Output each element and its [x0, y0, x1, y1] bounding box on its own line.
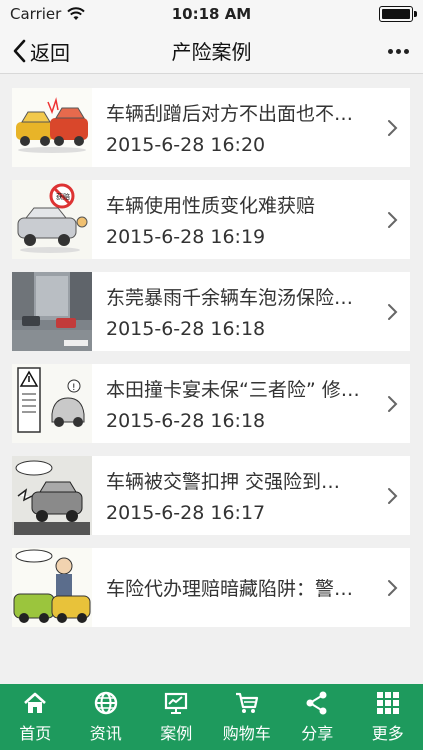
tab-home[interactable]: 首页: [0, 684, 71, 750]
chevron-right-icon: [388, 303, 398, 320]
tab-news[interactable]: 资讯: [71, 684, 142, 750]
chevron-right-icon: [388, 487, 398, 504]
battery-icon: [379, 6, 417, 22]
article-list: 车辆刮蹭后对方不出面也不… 2015-6-28 16:20 获赔 车辆使用性质变…: [0, 74, 423, 684]
article-title: 车辆被交警扣押 交强险到…: [106, 471, 341, 493]
article-text: 本田撞卡宴未保“三者险” 修… 2015-6-28 16:18: [92, 375, 386, 432]
svg-text:获赔: 获赔: [56, 192, 70, 201]
insurance-agent-thumbnail: [12, 548, 92, 627]
article-item[interactable]: 东莞暴雨千余辆车泡汤保险… 2015-6-28 16:18: [12, 272, 410, 351]
article-item[interactable]: 获赔 车辆使用性质变化难获赔 2015-6-28 16:19: [12, 180, 410, 259]
article-date: 2015-6-28 16:20: [106, 134, 266, 156]
article-title: 车辆使用性质变化难获赔: [106, 195, 316, 217]
article-text: 车险代办理赔暗藏陷阱：警…: [92, 574, 386, 601]
chevron-right-icon: [388, 119, 398, 136]
chevron-right-icon: [388, 579, 398, 596]
article-text: 东莞暴雨千余辆车泡汤保险… 2015-6-28 16:18: [92, 283, 386, 340]
back-button[interactable]: 返回: [12, 28, 70, 74]
article-date: 2015-6-28 16:17: [106, 502, 266, 524]
more-button[interactable]: [388, 28, 409, 74]
chevron-left-icon: [13, 39, 26, 63]
carrier-label: Carrier: [10, 5, 62, 23]
presentation-icon: [165, 692, 188, 714]
no-compensation-thumbnail: 获赔: [12, 180, 92, 259]
flooded-street-thumbnail: [12, 272, 92, 351]
status-bar: Carrier 10:18 AM: [0, 0, 423, 28]
svg-text:!: !: [72, 383, 76, 393]
article-text: 车辆使用性质变化难获赔 2015-6-28 16:19: [92, 191, 386, 248]
tab-bar: 首页 资讯 案例 购物车 分享 更多: [0, 684, 423, 750]
article-date: 2015-6-28 16:18: [106, 410, 266, 432]
article-item[interactable]: 车辆刮蹭后对方不出面也不… 2015-6-28 16:20: [12, 88, 410, 167]
tab-label: 更多: [371, 724, 404, 743]
article-title: 本田撞卡宴未保“三者险” 修…: [106, 379, 360, 401]
grid-icon: [376, 692, 399, 714]
tab-more[interactable]: 更多: [353, 684, 423, 750]
more-dot-icon: [404, 48, 409, 54]
tab-label: 案例: [160, 724, 193, 743]
status-left: Carrier: [10, 5, 86, 23]
seized-car-thumbnail: [12, 456, 92, 535]
tab-label: 分享: [301, 724, 334, 743]
article-text: 车辆刮蹭后对方不出面也不… 2015-6-28 16:20: [92, 99, 386, 156]
tab-share[interactable]: 分享: [282, 684, 353, 750]
more-dot-icon: [388, 48, 393, 54]
tab-label: 购物车: [222, 724, 271, 743]
article-text: 车辆被交警扣押 交强险到… 2015-6-28 16:17: [92, 467, 386, 524]
article-date: 2015-6-28 16:19: [106, 226, 266, 248]
wifi-icon: [67, 7, 86, 20]
article-item[interactable]: 车辆被交警扣押 交强险到… 2015-6-28 16:17: [12, 456, 410, 535]
article-item[interactable]: ! 本田撞卡宴未保“三者险” 修… 2015-6-28 16:18: [12, 364, 410, 443]
globe-icon: [94, 691, 117, 715]
article-title: 车险代办理赔暗藏陷阱：警…: [106, 578, 354, 600]
tab-cases[interactable]: 案例: [141, 684, 212, 750]
article-title: 车辆刮蹭后对方不出面也不…: [106, 103, 354, 125]
article-title: 东莞暴雨千余辆车泡汤保险…: [106, 287, 354, 309]
tab-label: 资讯: [89, 724, 122, 743]
cart-icon: [235, 692, 258, 713]
nav-bar: 返回 产险案例: [0, 28, 423, 74]
tab-cart[interactable]: 购物车: [212, 684, 283, 750]
back-label: 返回: [30, 40, 70, 65]
home-icon: [24, 692, 47, 713]
car-crash-thumbnail: [12, 88, 92, 167]
chevron-right-icon: [388, 395, 398, 412]
warning-sign-thumbnail: !: [12, 364, 92, 443]
share-icon: [306, 691, 327, 715]
article-date: 2015-6-28 16:18: [106, 318, 266, 340]
tab-label: 首页: [19, 724, 52, 743]
more-dot-icon: [396, 48, 401, 54]
chevron-right-icon: [388, 211, 398, 228]
article-item[interactable]: 车险代办理赔暗藏陷阱：警…: [12, 548, 410, 627]
